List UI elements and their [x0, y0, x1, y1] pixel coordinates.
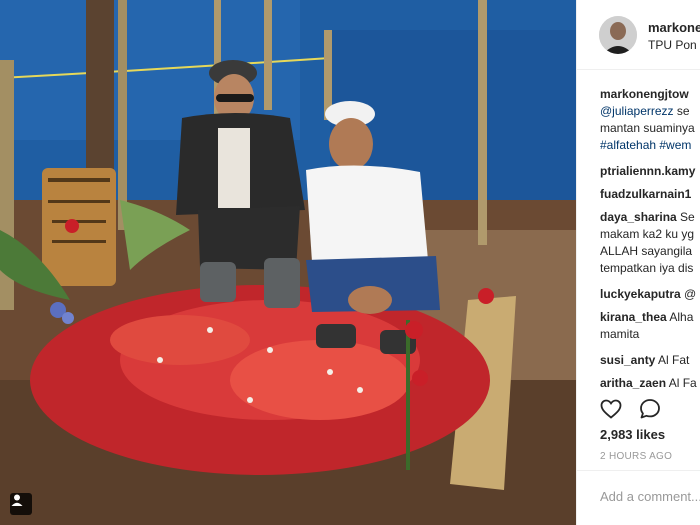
person-tag-icon[interactable] [10, 493, 32, 515]
post-location[interactable]: TPU Pon [648, 38, 697, 52]
comment-text: makam ka2 ku yg [600, 227, 695, 241]
comment-username[interactable]: aritha_zaen [600, 376, 666, 390]
comment-username[interactable]: markonengjtow [600, 87, 689, 101]
post-photo[interactable] [0, 0, 576, 525]
comment-text: mamita [600, 327, 640, 341]
post-timestamp[interactable]: 2 HOURS AGO [600, 451, 672, 462]
heart-icon[interactable] [599, 397, 623, 421]
comment-first-line: susi_anty Al Fat [600, 352, 700, 369]
comment-item: markonengjtow @juliaperrezz se mantan suam… [600, 86, 700, 154]
comment-item: luckyekaputra @ [600, 286, 700, 303]
comment-text: @ [680, 287, 697, 301]
comment-first-line: ptrialiennn.kamy [600, 163, 700, 180]
comment-username[interactable]: daya_sharina [600, 210, 677, 224]
comment-list: markonengjtow @juliaperrezz se mantan suam… [600, 86, 700, 398]
post-header: markone TPU Pon [577, 0, 700, 70]
comment-line: makam ka2 ku yg [600, 226, 700, 243]
grave-photo-illustration [0, 0, 576, 525]
mention-link[interactable]: #alfatehah #wem [600, 138, 691, 152]
comment-first-line: markonengjtow [600, 86, 700, 103]
comment-line: ALLAH sayangila [600, 243, 700, 260]
comment-line: #alfatehah #wem [600, 137, 700, 154]
comment-first-line: fuadzulkarnain1 [600, 186, 700, 203]
comment-text: ALLAH sayangila [600, 244, 693, 258]
comment-text: Al Fa [666, 376, 697, 390]
comment-first-line: daya_sharina Se [600, 209, 700, 226]
speech-bubble-icon[interactable] [638, 397, 662, 421]
post-sidebar: markone TPU Pon markonengjtow @juliaperre… [576, 0, 700, 525]
comment-item: kirana_thea Alha mamita [600, 309, 700, 343]
comment-text: Se [676, 210, 695, 224]
comment-line: tempatkan iya dis [600, 260, 700, 277]
comment-first-line: luckyekaputra @ [600, 286, 700, 303]
comment-item: ptrialiennn.kamy [600, 163, 700, 180]
divider [577, 470, 700, 471]
comment-text: tempatkan iya dis [600, 261, 694, 275]
avatar[interactable] [599, 16, 637, 54]
comment-first-line: kirana_thea Alha [600, 309, 700, 326]
comment-text: Al Fat [655, 353, 690, 367]
comment-username[interactable]: luckyekaputra [600, 287, 681, 301]
comment-item: aritha_zaen Al Fa [600, 375, 700, 392]
comment-item: susi_anty Al Fat [600, 352, 700, 369]
comment-line: @juliaperrezz se [600, 103, 700, 120]
comment-username[interactable]: kirana_thea [600, 310, 667, 324]
mention-link[interactable]: @juliaperrezz [600, 104, 674, 118]
comment-text: se [673, 104, 690, 118]
post-author-username[interactable]: markone [648, 20, 700, 35]
comment-item: daya_sharina Se makam ka2 ku yg ALLAH saya… [600, 209, 700, 277]
comment-username[interactable]: ptrialiennn.kamy [600, 164, 695, 178]
comment-line: mamita [600, 326, 700, 343]
comment-username[interactable]: fuadzulkarnain1 [600, 187, 691, 201]
like-count[interactable]: 2,983 likes [600, 427, 665, 442]
comment-line: mantan suaminya [600, 120, 700, 137]
comment-username[interactable]: susi_anty [600, 353, 655, 367]
comment-item: fuadzulkarnain1 [600, 186, 700, 203]
comment-first-line: aritha_zaen Al Fa [600, 375, 700, 392]
add-comment-input[interactable]: Add a comment... [600, 489, 700, 504]
comment-text: Alha [666, 310, 694, 324]
comment-text: mantan suaminya [600, 121, 695, 135]
